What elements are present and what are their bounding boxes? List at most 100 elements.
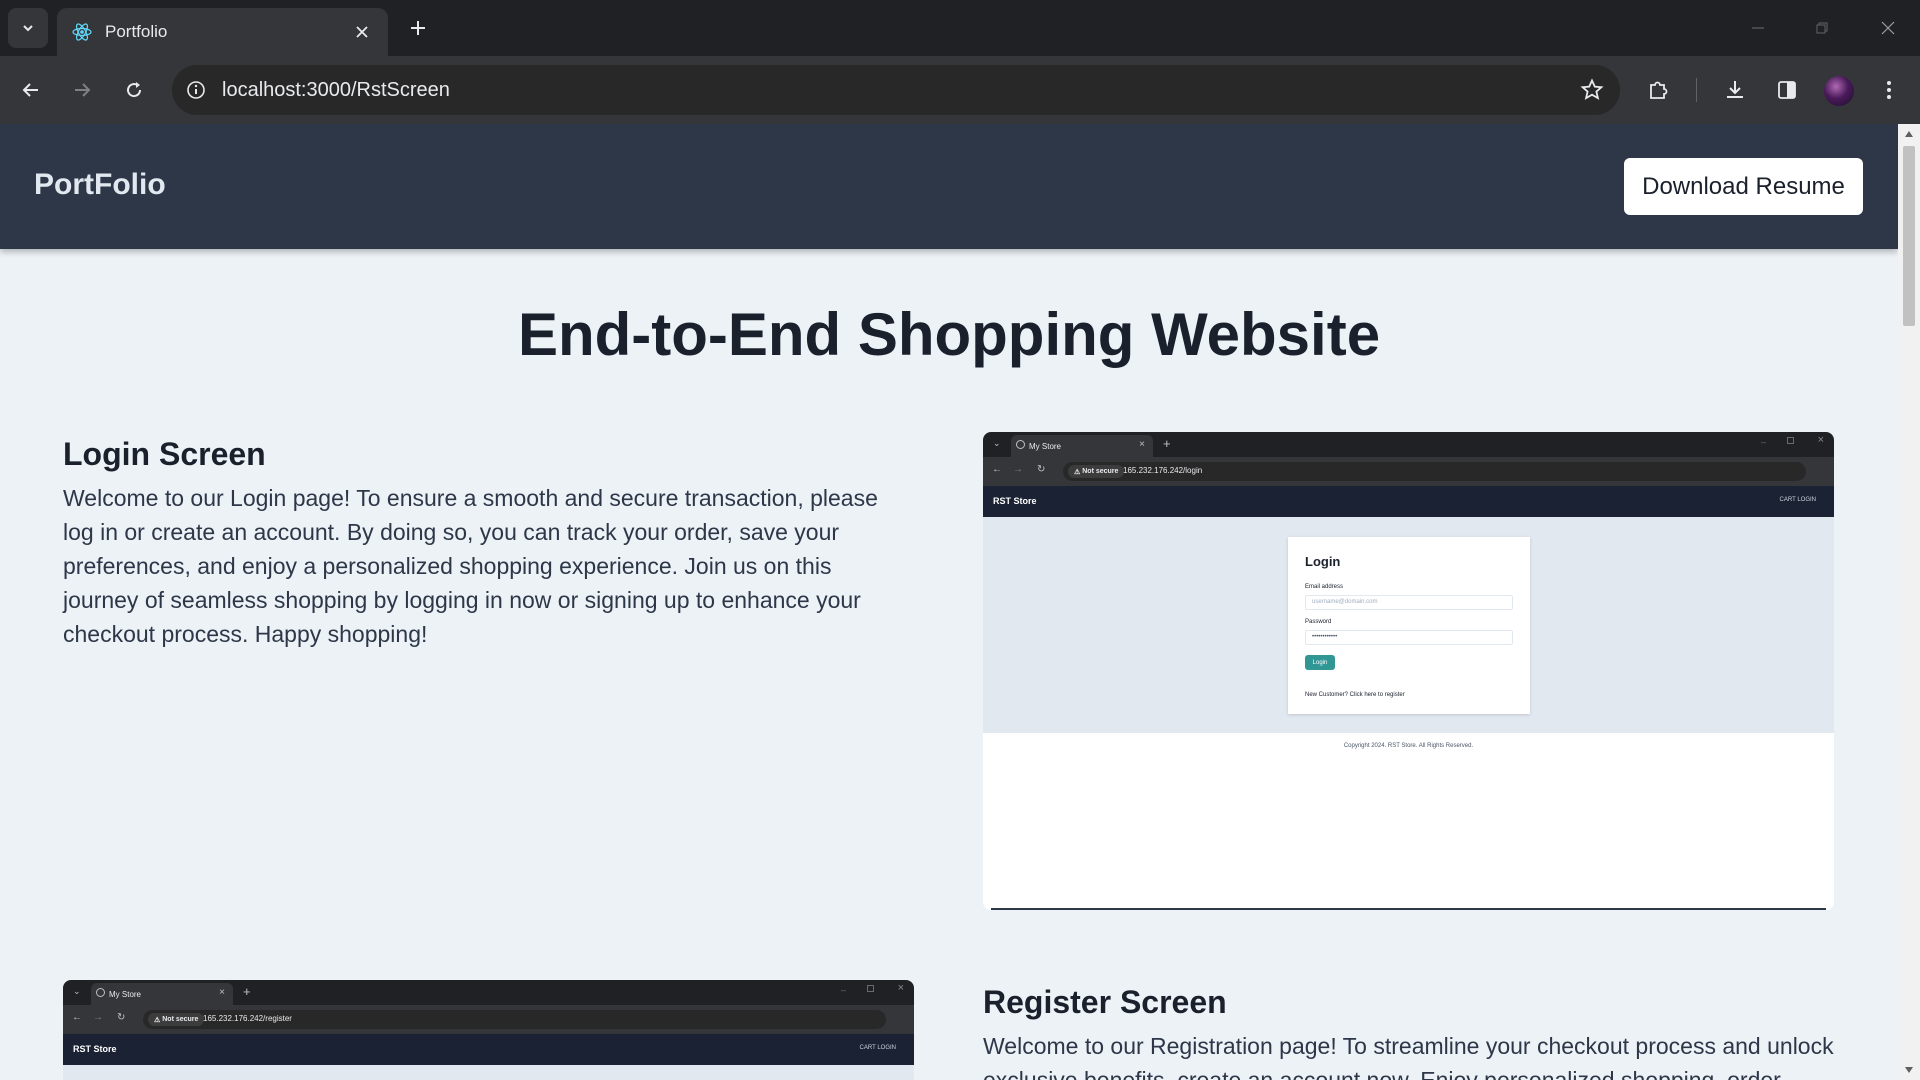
download-resume-button[interactable]: Download Resume	[1624, 158, 1863, 215]
email-field: username@domain.com	[1305, 595, 1513, 610]
section-text-register: Welcome to our Registration page! To str…	[983, 1033, 1834, 1080]
page-scrollbar[interactable]	[1898, 124, 1920, 1080]
brand-logo[interactable]: PortFolio	[34, 168, 166, 202]
store-navbar: RST Store CART LOGIN	[983, 486, 1834, 517]
login-card: Login Email address username@domain.com …	[1288, 537, 1530, 714]
minimize-icon: –	[840, 985, 846, 995]
password-field: ••••••••••••	[1305, 630, 1513, 645]
store-body: Login Email address username@domain.com …	[983, 517, 1834, 733]
restore-icon	[1816, 22, 1828, 34]
side-panel-icon	[1778, 81, 1796, 99]
close-tab-icon[interactable]	[350, 20, 374, 44]
forward-arrow-icon: →	[1013, 464, 1023, 475]
reload-icon	[127, 82, 142, 98]
reload-icon: ↻	[117, 1012, 126, 1023]
reload-icon: ↻	[1037, 464, 1046, 475]
screenshot-toolbar: ← → ↻ ⚠ Not secure 165.232.176.242/regis…	[63, 1005, 914, 1034]
scroll-down-icon[interactable]	[1903, 1064, 1915, 1076]
close-icon: ×	[1817, 434, 1824, 446]
forward-arrow-icon: →	[93, 1012, 103, 1023]
register-link: New Customer? Click here to register	[1305, 692, 1405, 698]
screenshot-address-bar: ⚠ Not secure 165.232.176.242/login	[1063, 462, 1806, 481]
screenshot-toolbar: ← → ↻ ⚠ Not secure 165.232.176.242/login	[983, 457, 1834, 486]
store-nav-links: CART LOGIN	[859, 1045, 896, 1051]
back-arrow-icon	[22, 83, 38, 97]
restore-icon	[1787, 437, 1794, 444]
back-arrow-icon: ←	[992, 464, 1002, 475]
screenshot-url: 165.232.176.242/register	[203, 1014, 292, 1023]
email-label: Email address	[1305, 584, 1344, 590]
screenshot-tab: My Store ×	[1011, 435, 1153, 457]
store-brand: RST Store	[73, 1044, 117, 1054]
scroll-up-icon[interactable]	[1903, 128, 1915, 140]
tab-title: Portfolio	[105, 22, 168, 41]
plus-icon: +	[243, 984, 251, 999]
address-bar[interactable]: localhost:3000/RstScreen	[172, 65, 1620, 115]
globe-icon	[1016, 440, 1025, 449]
url-text: localhost:3000/RstScreen	[222, 78, 450, 101]
not-secure-badge: ⚠ Not secure	[148, 1013, 205, 1026]
plus-icon: +	[1163, 436, 1171, 451]
browser-menu-button[interactable]	[1869, 70, 1909, 110]
forward-button[interactable]	[62, 70, 102, 110]
close-icon	[1881, 21, 1895, 35]
screenshot-tab-bar: ⌄ My Store × + – ×	[63, 980, 914, 1005]
tab-list-button[interactable]	[8, 8, 48, 48]
close-icon: ×	[897, 982, 904, 994]
chevron-down-icon: ⌄	[993, 438, 1001, 448]
kebab-menu-icon	[1887, 81, 1891, 99]
close-icon: ×	[219, 987, 225, 998]
chevron-down-icon: ⌄	[73, 986, 81, 996]
section-title-register: Register Screen	[983, 984, 1227, 1020]
register-screenshot: ⌄ My Store × + – × ← → ↻ ⚠ Not secure 16…	[63, 980, 914, 1080]
page-viewport: PortFolio Download Resume End-to-End Sho…	[0, 124, 1898, 1080]
section-title-login: Login Screen	[63, 436, 266, 472]
scrollbar-thumb[interactable]	[1903, 146, 1915, 326]
window-close-button[interactable]	[1868, 12, 1908, 44]
browser-tab[interactable]: Portfolio	[57, 8, 388, 56]
store-body	[63, 1065, 914, 1080]
globe-icon	[96, 988, 105, 997]
password-label: Password	[1305, 619, 1332, 625]
not-secure-text: Not secure	[162, 1016, 199, 1023]
react-icon	[71, 21, 93, 43]
minimize-icon	[1752, 27, 1764, 29]
download-icon	[1727, 81, 1743, 98]
minimize-button[interactable]	[1738, 12, 1778, 44]
screenshot-url: 165.232.176.242/login	[1123, 466, 1203, 475]
site-navbar: PortFolio Download Resume	[0, 124, 1898, 249]
screenshot-tab-title: My Store	[109, 989, 142, 999]
chevron-down-icon	[23, 25, 33, 32]
store-navbar: RST Store CART LOGIN	[63, 1034, 914, 1065]
browser-tab-bar: Portfolio	[0, 0, 1920, 56]
side-panel-button[interactable]	[1767, 70, 1807, 110]
restore-icon	[867, 985, 874, 992]
toolbar-separator	[1696, 78, 1697, 102]
not-secure-badge: ⚠ Not secure	[1068, 465, 1125, 478]
screenshot-address-bar: ⚠ Not secure 165.232.176.242/register	[143, 1010, 886, 1029]
store-brand: RST Store	[993, 496, 1037, 506]
page-title: End-to-End Shopping Website	[517, 301, 1381, 368]
login-screenshot: ⌄ My Store × + – × ← → ↻ ⚠ Not secure 16…	[983, 432, 1834, 910]
browser-toolbar: localhost:3000/RstScreen	[0, 56, 1920, 124]
screenshot-bottom-border	[991, 908, 1826, 910]
bookmark-star-icon[interactable]	[1580, 78, 1604, 107]
login-card-title: Login	[1305, 554, 1341, 569]
profile-avatar[interactable]	[1824, 76, 1854, 106]
reload-button[interactable]	[114, 70, 154, 110]
plus-icon	[411, 21, 425, 35]
store-footer: Copyright 2024. RST Store. All Rights Re…	[1343, 743, 1474, 749]
login-button: Login	[1305, 655, 1335, 670]
new-tab-button[interactable]	[402, 12, 434, 44]
section-text-login: Welcome to our Login page! To ensure a s…	[63, 485, 878, 647]
downloads-button[interactable]	[1715, 70, 1755, 110]
screenshot-tab-title: My Store	[1029, 441, 1062, 451]
restore-button[interactable]	[1802, 12, 1842, 44]
close-icon: ×	[1139, 439, 1145, 450]
screenshot-tab: My Store ×	[91, 983, 233, 1005]
back-button[interactable]	[11, 70, 51, 110]
back-arrow-icon: ←	[72, 1012, 82, 1023]
info-icon[interactable]	[186, 80, 206, 100]
minimize-icon: –	[1760, 437, 1766, 447]
extensions-button[interactable]	[1638, 70, 1678, 110]
